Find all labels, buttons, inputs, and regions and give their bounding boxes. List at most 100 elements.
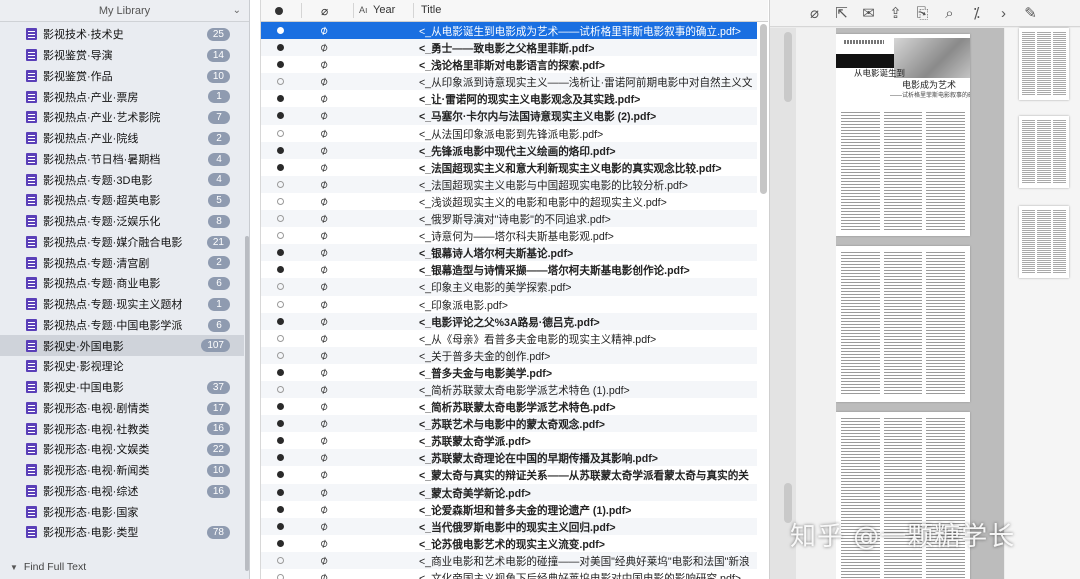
- item-row[interactable]: ⌀ <_法国超现实主义电影与中国超现实电影的比较分析.pdf>: [261, 175, 757, 193]
- read-status-icon[interactable]: [277, 180, 284, 188]
- attachment-icon[interactable]: ⌀: [317, 449, 330, 465]
- read-status-icon[interactable]: [277, 334, 284, 342]
- import-icon[interactable]: ⎘: [914, 0, 931, 27]
- attachment-icon[interactable]: ⌀: [317, 261, 330, 277]
- item-row[interactable]: ⌀ <_文化帝国主义视角下后经典好莱坞电影对中国电影的影响研究.pdf>: [261, 569, 757, 579]
- attachment-icon[interactable]: ⌀: [317, 535, 330, 551]
- read-status-icon[interactable]: [277, 61, 284, 69]
- collection-item[interactable]: 影视形态·电影·国家: [0, 501, 244, 522]
- read-status-icon[interactable]: [277, 112, 284, 120]
- read-status-icon[interactable]: [277, 522, 284, 530]
- item-row[interactable]: ⌀ <_蒙太奇美学新论.pdf>: [261, 483, 757, 501]
- attachment-icon[interactable]: ⌀: [317, 518, 330, 534]
- collection-item[interactable]: 影视热点·专题·媒介融合电影 21: [0, 232, 244, 253]
- edit-icon[interactable]: ✎: [1022, 0, 1039, 27]
- attachment-icon[interactable]: ⌀: [317, 381, 330, 397]
- read-status-icon[interactable]: [277, 471, 284, 479]
- attachment-icon[interactable]: ⌀: [317, 159, 330, 175]
- attachment-icon[interactable]: ⌀: [317, 244, 330, 260]
- year-column-header[interactable]: Year: [373, 4, 395, 16]
- attachment-icon[interactable]: ⌀: [317, 296, 330, 312]
- attachment-icon[interactable]: ⌀: [317, 415, 330, 431]
- attachment-icon[interactable]: ⌀: [317, 467, 330, 483]
- collection-item[interactable]: 影视热点·产业·票房 1: [0, 86, 244, 107]
- items-scrollbar[interactable]: [760, 24, 767, 194]
- item-row[interactable]: ⌀ <_印象派电影.pdf>: [261, 296, 757, 313]
- read-status-icon[interactable]: [277, 95, 284, 103]
- collection-item[interactable]: 影视形态·电影·类型 78: [0, 522, 244, 543]
- collection-item[interactable]: 影视热点·专题·中国电影学派 6: [0, 315, 244, 336]
- attachment-icon[interactable]: ⌀: [317, 142, 330, 158]
- attachment-icon[interactable]: ⌀: [317, 176, 330, 192]
- disclosure-triangle-icon[interactable]: ▼: [10, 563, 18, 572]
- read-status-icon[interactable]: [277, 454, 284, 462]
- item-row[interactable]: ⌀ <_简析苏联蒙太奇电影学派艺术特色 (1).pdf>: [261, 380, 757, 399]
- collection-item[interactable]: 影视热点·专题·3D电影 4: [0, 169, 244, 190]
- read-status-icon[interactable]: [277, 266, 284, 274]
- item-row[interactable]: ⌀ <_电影评论之父%3A路易·德吕克.pdf>: [261, 312, 757, 330]
- item-row[interactable]: ⌀ <_苏联艺术与电影中的蒙太奇观念.pdf>: [261, 415, 757, 433]
- read-status-icon[interactable]: [277, 317, 284, 325]
- collection-item[interactable]: 影视热点·专题·现实主义题材 1: [0, 294, 244, 315]
- attachment-icon[interactable]: ⌀: [317, 347, 330, 363]
- read-status-icon[interactable]: [277, 283, 284, 291]
- attachment-icon[interactable]: ⌀: [317, 484, 330, 500]
- attachment-icon[interactable]: ⌀: [317, 501, 330, 517]
- read-status-icon[interactable]: [277, 44, 284, 52]
- read-status-icon[interactable]: [277, 146, 284, 154]
- item-row[interactable]: ⌀ <_勇士——致电影之父格里菲斯.pdf>: [261, 39, 757, 57]
- item-row[interactable]: ⌀ <_论爱森斯坦和普多夫金的理论遗产 (1).pdf>: [261, 501, 757, 518]
- reader-scrollbar[interactable]: [784, 32, 792, 102]
- read-status-icon[interactable]: [277, 78, 284, 86]
- attachment-icon[interactable]: ⌀: [317, 279, 330, 295]
- pdf-pages[interactable]: 从电影诞生到 电影成为艺术 ——试析格里菲斯电影叙事的确立: [836, 28, 1004, 579]
- attachment-icon[interactable]: ⌀: [317, 56, 330, 72]
- collection-item[interactable]: 影视形态·电视·新闻类 10: [0, 460, 244, 481]
- collection-item[interactable]: 影视鉴赏·作品 10: [0, 66, 244, 87]
- collection-item[interactable]: 影视形态·电视·剧情类 17: [0, 398, 244, 419]
- collection-item[interactable]: 影视形态·电视·综述 16: [0, 481, 244, 502]
- attachment-icon[interactable]: ⌀: [317, 552, 330, 568]
- item-row[interactable]: ⌀ <_苏联蒙太奇理论在中国的早期传播及其影响.pdf>: [261, 449, 757, 467]
- item-row[interactable]: ⌀ <_银幕造型与诗情采撷——塔尔柯夫斯基电影创作论.pdf>: [261, 261, 757, 278]
- author-column-icon[interactable]: Aı: [359, 5, 368, 15]
- read-status-icon[interactable]: [277, 163, 284, 171]
- title-column-header[interactable]: Title: [421, 4, 441, 16]
- thumbnail-page-1[interactable]: [1019, 28, 1069, 100]
- read-status-icon[interactable]: [277, 27, 284, 34]
- read-status-icon[interactable]: [277, 420, 284, 428]
- item-row[interactable]: ⌀ <_蒙太奇与真实的辩证关系——从苏联蒙太奇学派看蒙太奇与真实的关: [261, 466, 757, 483]
- read-status-icon[interactable]: [277, 505, 284, 513]
- collection-item[interactable]: 影视热点·专题·泛娱乐化 8: [0, 211, 244, 232]
- search-icon[interactable]: ⌕: [941, 0, 958, 27]
- read-status-icon[interactable]: [277, 403, 284, 411]
- collection-item[interactable]: 影视史·影视理论: [0, 356, 244, 377]
- item-row[interactable]: ⌀ <_法国超现实主义和意大利新现实主义电影的真实观念比较.pdf>: [261, 159, 757, 176]
- item-row[interactable]: ⌀ <_让·雷诺阿的现实主义电影观念及其实践.pdf>: [261, 90, 757, 107]
- attachment-icon[interactable]: ⌀: [317, 227, 330, 243]
- collection-item[interactable]: 影视鉴赏·导演 14: [0, 45, 244, 66]
- item-row[interactable]: ⌀ <_论苏俄电影艺术的现实主义流变.pdf>: [261, 535, 757, 552]
- sidebar-scrollbar[interactable]: [245, 236, 249, 571]
- attachment-icon[interactable]: ⌀: [317, 330, 330, 346]
- export-icon[interactable]: ⇪: [887, 0, 904, 27]
- chevron-down-icon[interactable]: ⌄: [233, 0, 241, 22]
- item-row[interactable]: ⌀ <_马塞尔·卡尔内与法国诗意现实主义电影 (2).pdf>: [261, 107, 757, 125]
- item-row[interactable]: ⌀ <_浅论格里菲斯对电影语言的探索.pdf>: [261, 56, 757, 73]
- item-row[interactable]: ⌀ <_从电影诞生到电影成为艺术——试析格里菲斯电影叙事的确立.pdf>: [261, 22, 757, 40]
- item-row[interactable]: ⌀ <_银幕诗人塔尔柯夫斯基论.pdf>: [261, 244, 757, 262]
- attachment-icon[interactable]: ⌀: [317, 91, 330, 107]
- item-row[interactable]: ⌀ <_诗意何为——塔尔科夫斯基电影观.pdf>: [261, 227, 757, 244]
- attachment-icon[interactable]: ⌀: [317, 210, 330, 226]
- read-status-icon[interactable]: [277, 351, 284, 359]
- attachment-icon[interactable]: ⌀: [317, 108, 330, 124]
- attachment-icon[interactable]: ⌀: [317, 73, 330, 89]
- collection-item[interactable]: 影视热点·产业·院线 2: [0, 128, 244, 149]
- next-icon[interactable]: ›: [995, 0, 1012, 27]
- item-row[interactable]: ⌀ <_俄罗斯导演对"诗电影"的不同追求.pdf>: [261, 210, 757, 228]
- attachment-icon[interactable]: ⌀: [317, 125, 330, 141]
- email-icon[interactable]: ✉: [860, 0, 877, 27]
- read-status-icon[interactable]: [277, 368, 284, 376]
- collection-item[interactable]: 影视史·中国电影 37: [0, 377, 244, 398]
- read-status-icon[interactable]: [277, 129, 284, 137]
